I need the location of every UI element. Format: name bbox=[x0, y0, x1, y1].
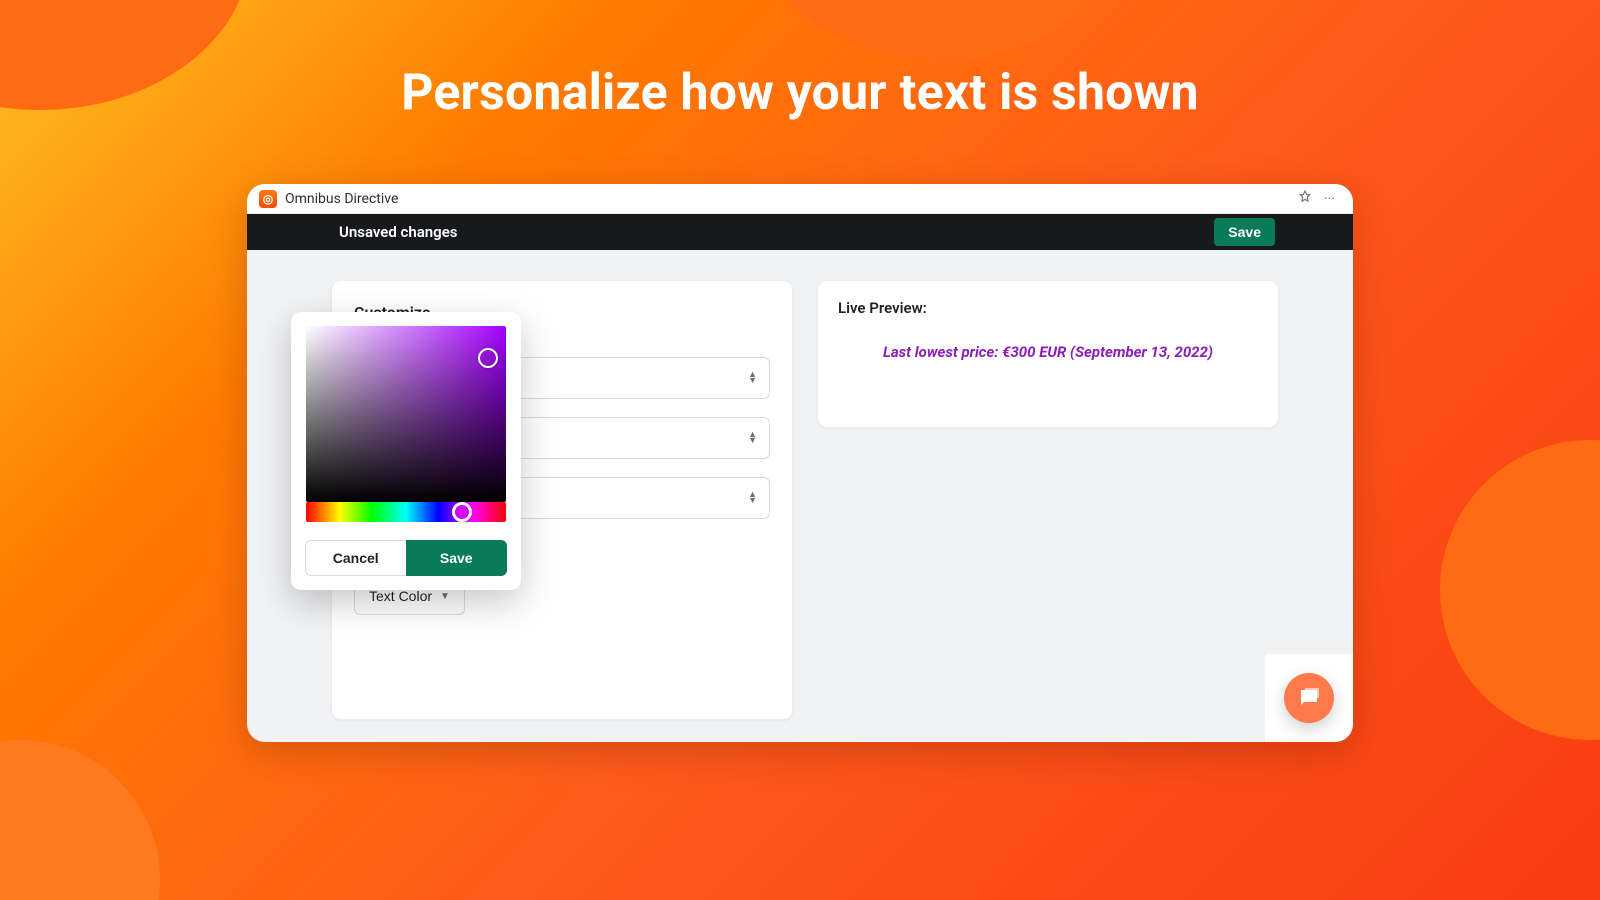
hue-slider[interactable] bbox=[306, 502, 506, 522]
app-name: Omnibus Directive bbox=[285, 191, 398, 207]
color-cursor[interactable] bbox=[478, 348, 498, 368]
chat-widget-container bbox=[1265, 654, 1353, 742]
chevron-updown-icon: ▲▼ bbox=[748, 372, 757, 384]
preview-title: Live Preview: bbox=[838, 299, 1258, 317]
decorative-blob bbox=[760, 0, 1120, 60]
preview-text: Last lowest price: €300 EUR (September 1… bbox=[838, 343, 1258, 361]
titlebar: ◎ Omnibus Directive ··· bbox=[247, 184, 1353, 214]
content-area: Customize on) ▲▼ ▲▼ ▲▼ bbox=[247, 250, 1353, 742]
picker-cancel-button[interactable]: Cancel bbox=[305, 540, 406, 576]
live-preview-card: Live Preview: Last lowest price: €300 EU… bbox=[817, 280, 1279, 428]
chat-fab-button[interactable] bbox=[1284, 673, 1334, 723]
chevron-updown-icon: ▲▼ bbox=[748, 492, 757, 504]
app-logo-icon: ◎ bbox=[259, 190, 277, 208]
text-color-label: Text Color bbox=[369, 588, 432, 604]
app-window: ◎ Omnibus Directive ··· Unsaved changes … bbox=[247, 184, 1353, 742]
color-picker-popover: Cancel Save bbox=[291, 312, 521, 590]
chat-icon bbox=[1297, 686, 1321, 710]
chevron-updown-icon: ▲▼ bbox=[748, 432, 757, 444]
status-text: Unsaved changes bbox=[339, 223, 458, 241]
pin-icon[interactable] bbox=[1292, 190, 1318, 208]
save-button[interactable]: Save bbox=[1214, 218, 1275, 246]
color-saturation-field[interactable] bbox=[306, 326, 506, 502]
hue-thumb[interactable] bbox=[452, 502, 472, 522]
marketing-canvas: Personalize how your text is shown ◎ Omn… bbox=[0, 0, 1600, 900]
unsaved-changes-bar: Unsaved changes Save bbox=[247, 214, 1353, 250]
decorative-blob bbox=[1440, 440, 1600, 740]
more-icon[interactable]: ··· bbox=[1318, 191, 1341, 207]
hero-title: Personalize how your text is shown bbox=[0, 64, 1600, 122]
picker-save-button[interactable]: Save bbox=[406, 540, 508, 576]
decorative-blob bbox=[0, 740, 160, 900]
caret-down-icon: ▼ bbox=[440, 591, 450, 602]
